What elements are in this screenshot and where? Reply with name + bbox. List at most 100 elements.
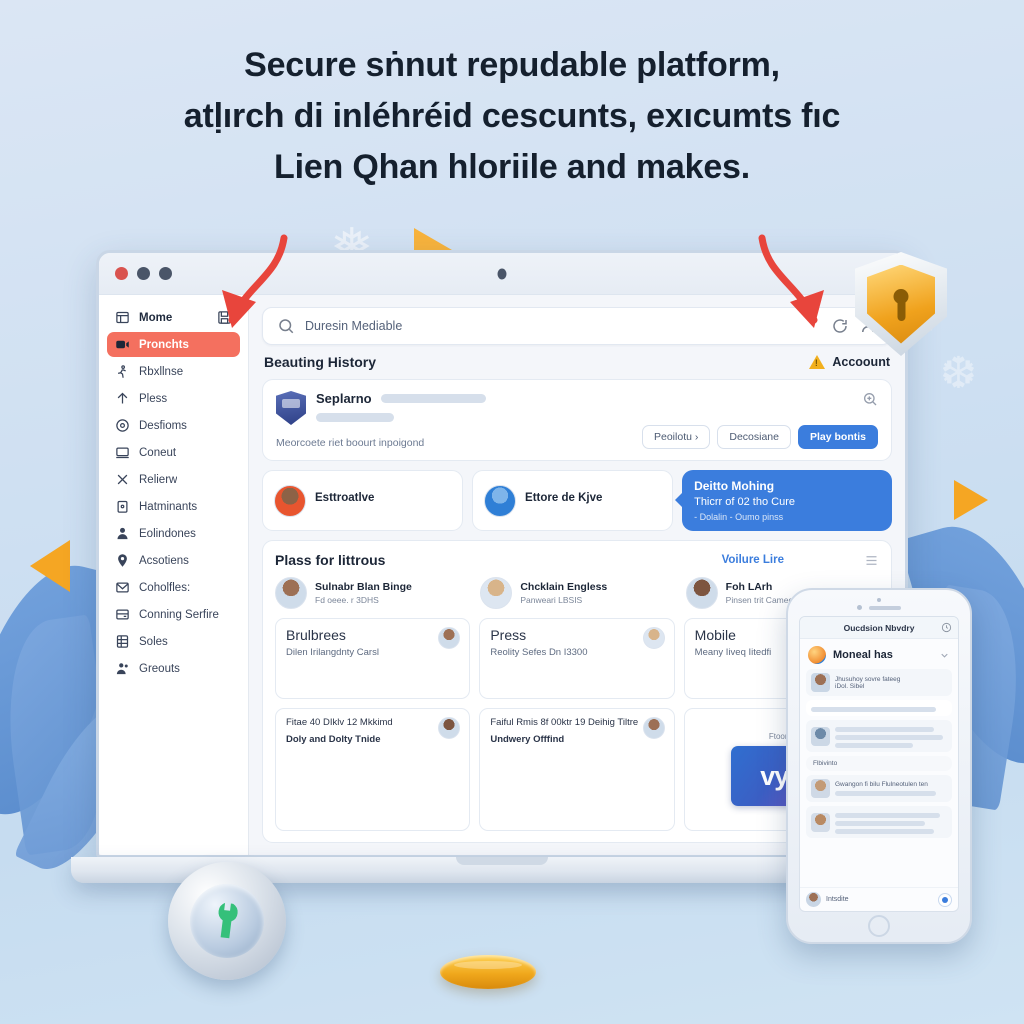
pin-icon — [115, 553, 130, 568]
sidebar-item-relierw[interactable]: Relierw — [107, 467, 240, 492]
list-item[interactable]: Jhusuhoy sovre fateeg iDol. Sibel — [806, 669, 952, 696]
maximize-button[interactable] — [159, 267, 172, 280]
tile-card[interactable]: Fitae 40 DIklv 12 Mkkimd Doly and Dolty … — [275, 707, 471, 831]
chip-card[interactable]: Esttroatlve — [262, 470, 464, 531]
account-status[interactable]: Accoount — [809, 355, 890, 369]
chip-card[interactable]: Ettore de Kjve — [472, 470, 674, 531]
tile-title: Press — [490, 627, 527, 643]
wrench-icon — [199, 893, 255, 949]
avatar — [438, 627, 461, 649]
lock-icon — [115, 499, 130, 514]
compose-icon[interactable] — [938, 892, 952, 907]
list-item-text: Jhusuhoy sovre fateeg — [835, 675, 901, 683]
sidebar-item-rbxllnse[interactable]: Rbxllnse — [107, 359, 240, 384]
list-item[interactable]: Gwangon fi bilu Flulneotulen ten — [806, 775, 952, 802]
avatar — [274, 484, 306, 517]
sidebar-item-label: Relierw — [139, 473, 178, 486]
person-name: Sulnabr Blan Binge — [315, 581, 412, 593]
sidebar-item-acsotiens[interactable]: Acsotiens — [107, 548, 240, 573]
peoilotu-button[interactable]: Peoilotu › — [642, 425, 711, 449]
service-medal-badge — [168, 862, 286, 980]
phone-earpiece — [857, 605, 901, 610]
phone-list: Jhusuhoy sovre fateeg iDol. Sibel Flbivi… — [800, 669, 958, 887]
speaker-grill — [869, 605, 901, 610]
phone-title: Moneal has — [833, 649, 893, 661]
person-meta: Panweari LBSIS — [520, 595, 583, 605]
shield-inner — [867, 264, 935, 344]
home-button[interactable] — [868, 915, 890, 937]
tile-card[interactable]: Brulbrees Dilen Irilangdnty Carsl — [275, 618, 471, 699]
window-controls[interactable] — [115, 267, 172, 280]
sidebar-item-label: Hatminants — [139, 500, 198, 513]
tile-subtitle: Dilen Irilangdnty Carsl — [286, 647, 379, 658]
placeholder-bar — [835, 821, 925, 826]
minimize-button[interactable] — [137, 267, 150, 280]
sidebar-item-label: Soles — [139, 635, 168, 648]
list-item[interactable] — [806, 720, 952, 752]
sidebar-item-coneut[interactable]: Coneut — [107, 440, 240, 465]
red-arrow-annotation-left — [208, 232, 298, 342]
list-item[interactable]: Chcklain Engless Panweari LBSIS — [480, 577, 673, 609]
arrow-up-icon — [115, 391, 130, 406]
decor-triangle-3 — [954, 480, 988, 520]
tile-line-2: Doly and Dolty Tnide — [286, 734, 381, 746]
chip-title: Esttroatlve — [315, 491, 375, 504]
sidebar-item-soles[interactable]: Soles — [107, 629, 240, 654]
sidebar-item-hatminants[interactable]: Hatminants — [107, 494, 240, 519]
sidebar-item-label: Conning Serfire — [139, 608, 219, 621]
user-icon — [115, 526, 130, 541]
sidebar-item-greouts[interactable]: Greouts — [107, 656, 240, 681]
phone-header-title: Oucdsion Nbvdry — [843, 622, 915, 633]
placeholder-bar — [835, 813, 941, 818]
chevron-down-icon[interactable] — [939, 650, 950, 661]
search-input[interactable]: Duresin Mediable — [305, 319, 821, 333]
hero-title: Seplarno — [316, 391, 372, 406]
page-title: Beauting History — [264, 354, 377, 370]
tile-card[interactable]: Press Reolity Sefes Dn I3300 — [479, 618, 675, 699]
avatar — [484, 484, 517, 517]
list-item[interactable] — [806, 806, 952, 838]
sidebar-item-coholfles[interactable]: Coholfles: — [107, 575, 240, 600]
shield-crest-icon — [276, 391, 306, 425]
clock-icon[interactable] — [941, 622, 952, 633]
close-button[interactable] — [115, 267, 128, 280]
list-item[interactable]: Sulnabr Blan Binge Fd oeee. r 3DHS — [275, 577, 468, 609]
headline-line-1: Secure sṅnut repudable platform, — [244, 46, 780, 84]
sidebar-item-label: Acsotiens — [139, 554, 189, 567]
play-bontis-button[interactable]: Play bontis — [797, 425, 878, 449]
medal-inner — [190, 884, 264, 958]
tile-line-1: Fitae 40 DIklv 12 Mkkimd — [286, 716, 393, 728]
sidebar-item-desfioms[interactable]: Desfioms — [107, 413, 240, 438]
close-x-icon — [115, 472, 130, 487]
sidebar-item-conning-serfire[interactable]: Conning Serfire — [107, 602, 240, 627]
avatar — [480, 577, 513, 609]
avatar — [685, 577, 718, 609]
account-label: Accoount — [832, 355, 890, 369]
voilure-lire-link[interactable]: Voilure Lire — [722, 554, 784, 566]
chip-title: Ettore de Kjve — [525, 491, 603, 504]
layout-icon — [115, 310, 130, 325]
avatar — [811, 812, 830, 832]
avatar — [806, 892, 821, 907]
zoom-in-icon[interactable] — [862, 391, 878, 407]
placeholder-bar — [835, 829, 934, 834]
list-pill[interactable]: Flbivinto — [806, 756, 952, 771]
sidebar-item-label: Mome — [139, 311, 173, 324]
sidebar-item-pless[interactable]: Pless — [107, 386, 240, 411]
hero-card[interactable]: Seplarno Meorcoete riet boourt inpoigond… — [262, 379, 892, 461]
sidebar-item-eolindones[interactable]: Eolindones — [107, 521, 240, 546]
person-run-icon — [115, 364, 130, 379]
list-item[interactable] — [806, 700, 952, 716]
callout-card[interactable]: Deitto Mohing Thicrr of 02 tho Cure - Do… — [675, 470, 892, 531]
tile-title: Brulbrees — [286, 627, 346, 643]
sidebar-item-label: Coneut — [139, 446, 177, 459]
red-arrow-annotation-right — [748, 232, 838, 342]
front-camera-icon — [877, 598, 881, 602]
phone-title-row[interactable]: Moneal has — [800, 639, 958, 669]
list-icon[interactable] — [864, 553, 879, 568]
decosiane-button[interactable]: Decosiane — [717, 425, 791, 449]
tile-card[interactable]: Faiful Rmis 8f 00ktr 19 Deihig Tiltre Un… — [479, 707, 675, 831]
list-item-subtext: iDol. Sibel — [835, 682, 865, 690]
sidebar: Mome Pronchts Rbxllnse Pless Desfioms Co… — [99, 295, 249, 855]
person-name: Chcklain Engless — [520, 581, 608, 593]
